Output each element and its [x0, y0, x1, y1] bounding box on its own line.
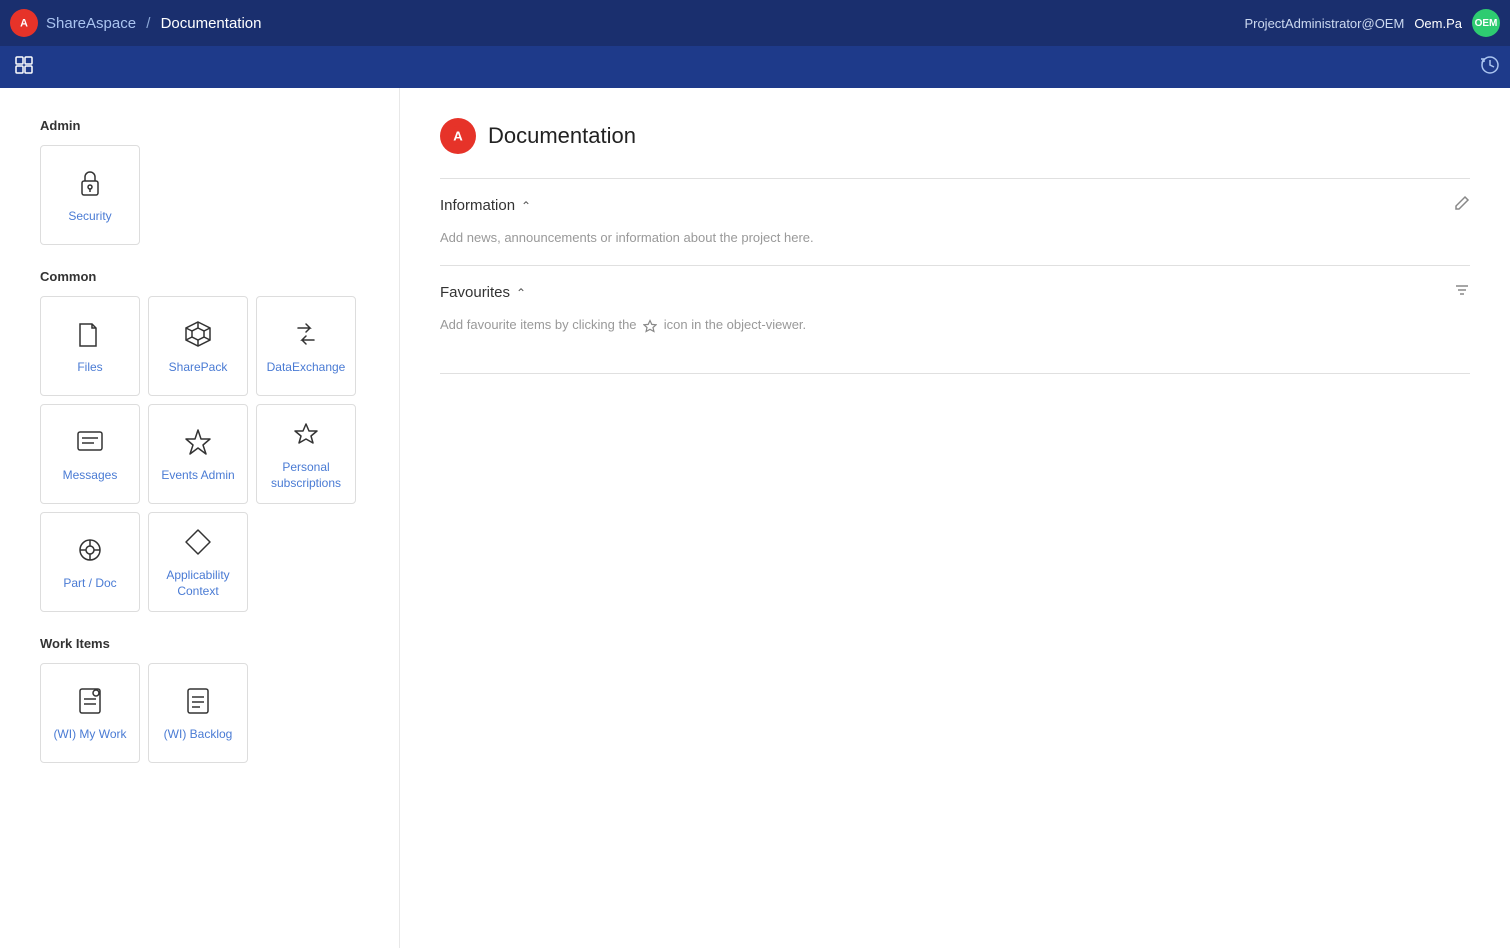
events-admin-icon [180, 424, 216, 460]
personal-subscriptions-label: Personal subscriptions [257, 460, 355, 491]
personal-subscriptions-icon [288, 416, 324, 452]
information-title-text: Information [440, 197, 515, 214]
information-chevron-up[interactable]: ⌃ [521, 199, 531, 213]
dataexchange-label: DataExchange [267, 360, 346, 376]
brand-logo[interactable]: A [10, 9, 38, 37]
information-title: Information ⌃ [440, 197, 531, 214]
work-items-tiles-grid: (WI) My Work (WI) Backlog [40, 663, 379, 763]
secondbar [0, 46, 1510, 88]
doc-title: Documentation [488, 123, 636, 149]
topbar-user-email: ProjectAdministrator@OEM [1244, 16, 1404, 31]
applicability-context-label: Applicability Context [149, 568, 247, 599]
security-label: Security [68, 209, 111, 225]
tile-events-admin[interactable]: Events Admin [148, 404, 248, 504]
main-wrapper: Admin Security Comm [0, 88, 1510, 948]
favourites-title: Favourites ⌃ [440, 284, 526, 301]
information-edit-icon[interactable] [1454, 195, 1470, 216]
svg-text:A: A [20, 18, 28, 30]
security-icon [72, 165, 108, 201]
topbar-page: Documentation [161, 15, 262, 32]
messages-icon [72, 424, 108, 460]
history-icon[interactable] [1480, 55, 1500, 80]
tile-wi-backlog[interactable]: (WI) Backlog [148, 663, 248, 763]
tile-part-doc[interactable]: Part / Doc [40, 512, 140, 612]
topbar-brand: ShareAspace / Documentation [46, 15, 261, 32]
doc-logo: A [440, 118, 476, 154]
grid-view-icon[interactable] [10, 51, 38, 84]
information-section: Information ⌃ Add news, announcements or… [440, 178, 1470, 245]
favourites-section: Favourites ⌃ Add favourite items by clic… [440, 265, 1470, 333]
user-avatar[interactable]: OEM [1472, 9, 1500, 37]
favourites-chevron-up[interactable]: ⌃ [516, 286, 526, 300]
wi-my-work-icon [72, 683, 108, 719]
applicability-context-icon [180, 524, 216, 560]
work-items-section: Work Items (WI) My Work [40, 636, 379, 763]
tile-dataexchange[interactable]: DataExchange [256, 296, 356, 396]
wi-my-work-label: (WI) My Work [53, 727, 126, 743]
star-icon-inline [643, 319, 657, 333]
admin-tiles-grid: Security [40, 145, 379, 245]
information-placeholder: Add news, announcements or information a… [440, 230, 1470, 245]
part-doc-label: Part / Doc [63, 576, 116, 592]
information-section-header: Information ⌃ [440, 195, 1470, 216]
common-section-title: Common [40, 269, 379, 284]
fav-placeholder-prefix: Add favourite items by clicking the [440, 317, 637, 332]
wi-backlog-icon [180, 683, 216, 719]
sharepack-icon [180, 316, 216, 352]
admin-section-title: Admin [40, 118, 379, 133]
brand-name: ShareAspace [46, 15, 136, 32]
files-icon [72, 316, 108, 352]
dataexchange-icon [288, 316, 324, 352]
tile-wi-my-work[interactable]: (WI) My Work [40, 663, 140, 763]
common-section: Common Files [40, 269, 379, 612]
topbar-separator: / [146, 15, 150, 32]
common-tiles-grid: Files [40, 296, 379, 612]
part-doc-icon [72, 532, 108, 568]
tile-messages[interactable]: Messages [40, 404, 140, 504]
tile-personal-subscriptions[interactable]: Personal subscriptions [256, 404, 356, 504]
avatar-initials: OEM [1475, 18, 1498, 29]
svg-text:A: A [453, 128, 463, 143]
bottom-divider [440, 373, 1470, 374]
tile-security[interactable]: Security [40, 145, 140, 245]
left-panel: Admin Security Comm [0, 88, 400, 948]
messages-label: Messages [63, 468, 118, 484]
tile-applicability-context[interactable]: Applicability Context [148, 512, 248, 612]
favourites-placeholder: Add favourite items by clicking the icon… [440, 317, 1470, 333]
events-admin-label: Events Admin [161, 468, 234, 484]
favourites-filter-icon[interactable] [1454, 282, 1470, 303]
files-label: Files [77, 360, 102, 376]
tile-files[interactable]: Files [40, 296, 140, 396]
admin-section: Admin Security [40, 118, 379, 245]
favourites-header: Favourites ⌃ [440, 282, 1470, 303]
right-panel: A Documentation Information ⌃ Add news, … [400, 88, 1510, 948]
fav-placeholder-suffix: icon in the object-viewer. [664, 317, 806, 332]
tile-sharepack[interactable]: SharePack [148, 296, 248, 396]
doc-header: A Documentation [440, 118, 1470, 154]
topbar-username: Oem.Pa [1414, 16, 1462, 31]
sharepack-label: SharePack [169, 360, 228, 376]
wi-backlog-label: (WI) Backlog [164, 727, 233, 743]
favourites-title-text: Favourites [440, 284, 510, 301]
work-items-section-title: Work Items [40, 636, 379, 651]
topbar: A ShareAspace / Documentation ProjectAdm… [0, 0, 1510, 46]
